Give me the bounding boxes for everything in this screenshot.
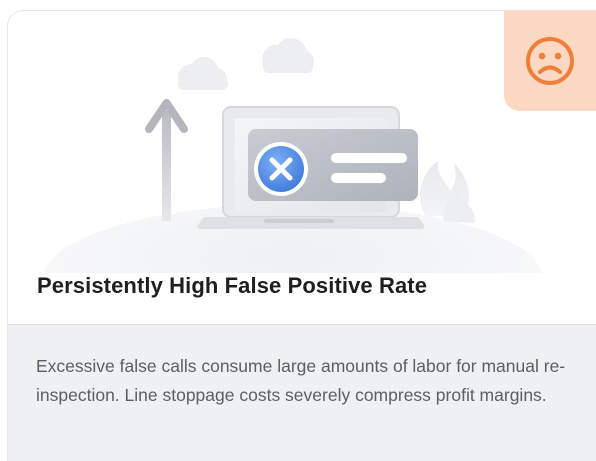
flame-shape (419, 161, 475, 223)
description-panel: Excessive false calls consume large amou… (8, 324, 596, 461)
problem-card: Persistently High False Positive Rate Ex… (7, 10, 596, 461)
error-x-icon (254, 142, 308, 196)
card-title: Persistently High False Positive Rate (37, 273, 428, 298)
sad-face-icon (526, 37, 574, 85)
up-arrow-icon (145, 99, 188, 221)
cloud-icon (262, 38, 314, 73)
cloud-icon (178, 57, 228, 90)
card-description: Excessive false calls consume large amou… (36, 356, 566, 405)
sentiment-badge (504, 11, 596, 111)
